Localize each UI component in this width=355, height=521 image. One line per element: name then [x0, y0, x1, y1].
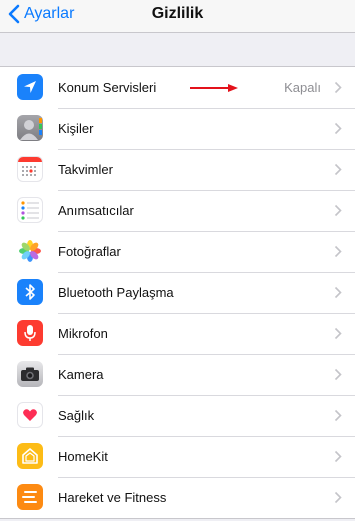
chevron-right-icon	[334, 245, 342, 258]
row-label: Sağlık	[58, 408, 95, 423]
row-motion-fitness[interactable]: Hareket ve Fitness	[0, 477, 355, 518]
row-health[interactable]: Sağlık	[0, 395, 355, 436]
row-label: Mikrofon	[58, 326, 108, 341]
chevron-right-icon	[334, 204, 342, 217]
homekit-house-icon	[17, 443, 43, 469]
microphone-icon	[17, 320, 43, 346]
row-label: Hareket ve Fitness	[58, 490, 167, 505]
row-reminders[interactable]: Anımsatıcılar	[0, 190, 355, 231]
red-arrow-icon	[190, 84, 238, 92]
row-contacts[interactable]: Kişiler	[0, 108, 355, 149]
contacts-icon	[17, 115, 43, 141]
row-calendars[interactable]: Takvimler	[0, 149, 355, 190]
calendar-icon	[17, 156, 43, 182]
row-label: Kişiler	[58, 121, 94, 136]
chevron-right-icon	[334, 163, 342, 176]
row-label: Bluetooth Paylaşma	[58, 285, 174, 300]
chevron-right-icon	[334, 409, 342, 422]
reminders-icon	[17, 197, 43, 223]
chevron-right-icon	[334, 81, 342, 94]
privacy-settings-list: Konum Servisleri Kapalı Kişiler Takvimle…	[0, 66, 355, 519]
row-microphone[interactable]: Mikrofon	[0, 313, 355, 354]
bluetooth-icon	[17, 279, 43, 305]
page-title: Gizlilik	[151, 5, 204, 22]
chevron-right-icon	[334, 450, 342, 463]
motion-fitness-icon	[17, 484, 43, 510]
row-label: Konum Servisleri	[58, 80, 157, 95]
row-location-services[interactable]: Konum Servisleri Kapalı	[0, 67, 355, 108]
row-label: Kamera	[58, 367, 104, 382]
row-bluetooth-sharing[interactable]: Bluetooth Paylaşma	[0, 272, 355, 313]
chevron-right-icon	[334, 368, 342, 381]
chevron-right-icon	[334, 327, 342, 340]
photos-icon	[17, 238, 43, 264]
chevron-right-icon	[334, 286, 342, 299]
chevron-right-icon	[334, 122, 342, 135]
health-heart-icon	[17, 402, 43, 428]
row-label: Fotoğraflar	[58, 244, 121, 259]
navigation-bar: Ayarlar Gizlilik	[0, 0, 355, 33]
row-label: HomeKit	[58, 449, 108, 464]
location-arrow-icon	[17, 74, 43, 100]
row-label: Takvimler	[58, 162, 113, 177]
row-photos[interactable]: Fotoğraflar	[0, 231, 355, 272]
location-status-value: Kapalı	[284, 80, 321, 95]
camera-icon	[17, 361, 43, 387]
row-camera[interactable]: Kamera	[0, 354, 355, 395]
chevron-right-icon	[334, 491, 342, 504]
row-homekit[interactable]: HomeKit	[0, 436, 355, 477]
row-label: Anımsatıcılar	[58, 203, 134, 218]
